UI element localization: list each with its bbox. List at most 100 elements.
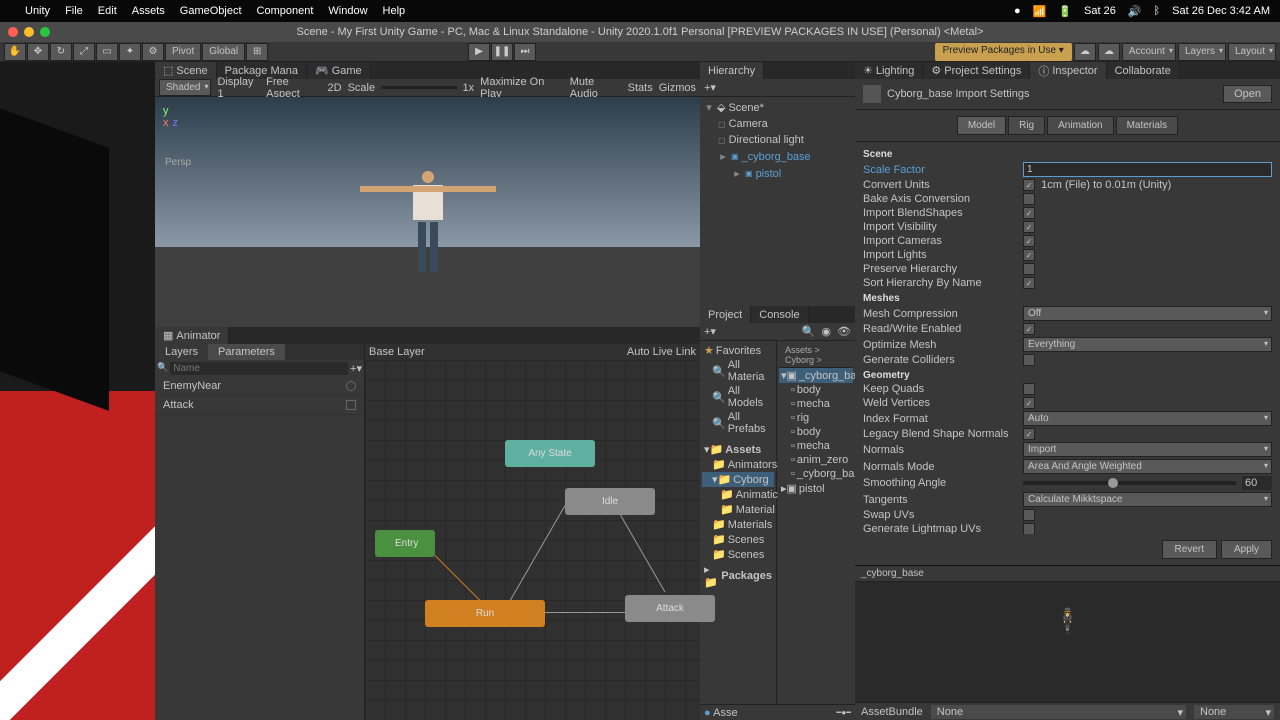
param-row[interactable]: Attack [155,396,364,415]
checkbox[interactable]: ✓ [1023,323,1035,335]
pause-button-icon[interactable]: ❚❚ [491,43,513,61]
twod-label[interactable]: 2D [328,82,342,94]
filter-icon[interactable]: ◉ [821,325,831,338]
checkbox[interactable]: ✓ [1023,207,1035,219]
pivot-toggle[interactable]: Pivot [165,43,201,61]
orientation-gizmo-icon[interactable]: yxz [163,105,178,129]
checkbox[interactable] [1023,193,1035,205]
param-row[interactable]: EnemyNear [155,377,364,396]
menu-file[interactable]: File [65,5,83,17]
tree-row[interactable]: ▾⬙Scene* [700,99,855,116]
cloud-icon[interactable]: ☁ [1098,43,1120,61]
menubar-time[interactable]: Sat 26 Dec 3:42 AM [1172,5,1270,17]
list-item[interactable]: 📁Scenes [702,547,774,562]
node-idle[interactable]: Idle [565,488,655,515]
import-tab-model[interactable]: Model [957,116,1006,135]
normals-dropdown[interactable]: Import [1023,442,1272,457]
shaded-dropdown[interactable]: Shaded [159,79,211,96]
tree-row[interactable]: ▸▣pistol [700,165,855,182]
animator-graph[interactable]: Any State Entry Idle Attack Run [365,360,700,720]
list-item[interactable]: 📁Material [702,502,774,517]
tab-console[interactable]: Console [751,306,808,323]
menu-app[interactable]: Unity [25,5,50,17]
battery-icon[interactable]: 🔋 [1058,5,1072,18]
perspective-label[interactable]: Persp [165,157,191,168]
list-item[interactable]: ★Favorites [702,343,774,358]
list-item[interactable]: ▫anim_zero [779,453,853,467]
tree-row[interactable]: ▢Camera [700,116,855,132]
param-search-input[interactable] [170,362,348,375]
display-dropdown[interactable]: Display 1 [217,76,260,100]
tab-animator[interactable]: ▦Animator [155,327,229,344]
scale-factor-input[interactable] [1023,162,1272,177]
list-item[interactable]: 📁Animators [702,457,774,472]
list-item[interactable]: 🔍All Prefabs [702,410,774,436]
tab-lighting[interactable]: ☀Lighting [855,62,923,79]
node-any-state[interactable]: Any State [505,440,595,467]
global-toggle[interactable]: Global [202,43,245,61]
assetbundle-variant-dropdown[interactable]: None [1194,705,1274,719]
snap-toggle-icon[interactable]: ⊞ [246,43,268,61]
smoothing-angle-slider[interactable] [1023,481,1236,485]
assetbundle-name-dropdown[interactable]: None [931,705,1186,719]
list-item[interactable]: ▫mecha [779,397,853,411]
scene-viewport[interactable]: yxz Persp [155,97,700,327]
tab-scene[interactable]: ⬚Scene [155,62,217,79]
slider-icon[interactable]: ━●━ [837,708,851,717]
tab-inspector[interactable]: ⓘInspector [1030,62,1106,79]
scale-slider[interactable] [381,86,456,89]
step-button-icon[interactable]: ⏭ [514,43,536,61]
list-item[interactable]: ▾📁Assets [702,442,774,457]
list-item[interactable]: ▾📁Cyborg [702,472,774,487]
tangents-dropdown[interactable]: Calculate Mikktspace [1023,492,1272,507]
smoothing-angle-value[interactable]: 60 [1242,476,1272,490]
checkbox[interactable] [1023,354,1035,366]
node-entry[interactable]: Entry [375,530,435,557]
search-icon[interactable]: 🔍 [802,325,816,338]
add-param-button[interactable]: +▾ [350,362,362,375]
asset-preview[interactable]: _cyborg_base 🕴 [855,565,1280,703]
stats-toggle[interactable]: Stats [628,82,653,94]
checkbox[interactable]: ✓ [1023,397,1035,409]
rect-tool-icon[interactable]: ▭ [96,43,118,61]
tree-row[interactable]: ▢Directional light [700,132,855,148]
tab-project[interactable]: Project [700,306,751,323]
mute-audio-toggle[interactable]: Mute Audio [570,76,622,100]
play-button-icon[interactable]: ▶ [468,43,490,61]
list-item[interactable]: ▫body [779,383,853,397]
list-item[interactable]: ▫body [779,425,853,439]
animator-parameters-tab[interactable]: Parameters [208,344,285,360]
optimize-mesh-dropdown[interactable]: Everything [1023,337,1272,352]
menu-component[interactable]: Component [257,5,314,17]
eye-icon[interactable]: 👁 [837,325,851,338]
tab-hierarchy[interactable]: Hierarchy [700,62,764,79]
menu-gameobject[interactable]: GameObject [180,5,242,17]
preview-packages-pill[interactable]: Preview Packages in Use ▾ [935,43,1072,61]
list-item[interactable]: 📁Animatic [702,487,774,502]
list-item[interactable]: ▫rig [779,411,853,425]
list-item[interactable]: ▸▣pistol [779,481,853,496]
checkbox[interactable]: ✓ [1023,179,1035,191]
normals-mode-dropdown[interactable]: Area And Angle Weighted [1023,459,1272,474]
list-item[interactable]: 📁Scenes [702,532,774,547]
bluetooth-icon[interactable]: ᛒ [1154,5,1161,17]
minimize-window-icon[interactable] [24,27,34,37]
open-button[interactable]: Open [1223,85,1272,103]
import-tab-materials[interactable]: Materials [1116,116,1179,135]
checkbox[interactable]: ✓ [1023,428,1035,440]
bool-toggle-icon[interactable] [346,381,356,391]
list-item[interactable]: ▫_cyborg_base [779,467,853,481]
list-item[interactable]: 📁Materials [702,517,774,532]
checkbox[interactable] [1023,383,1035,395]
menu-assets[interactable]: Assets [132,5,165,17]
volume-icon[interactable]: 🔊 [1128,5,1142,18]
custom-tool-icon[interactable]: ⚙ [142,43,164,61]
gizmos-toggle[interactable]: Gizmos [659,82,696,94]
checkbox[interactable] [1023,509,1035,521]
list-item[interactable]: ▫mecha [779,439,853,453]
revert-button[interactable]: Revert [1162,540,1217,559]
menu-window[interactable]: Window [328,5,367,17]
transform-tool-icon[interactable]: ✦ [119,43,141,61]
checkbox[interactable]: ✓ [1023,249,1035,261]
aspect-dropdown[interactable]: Free Aspect [266,76,321,100]
